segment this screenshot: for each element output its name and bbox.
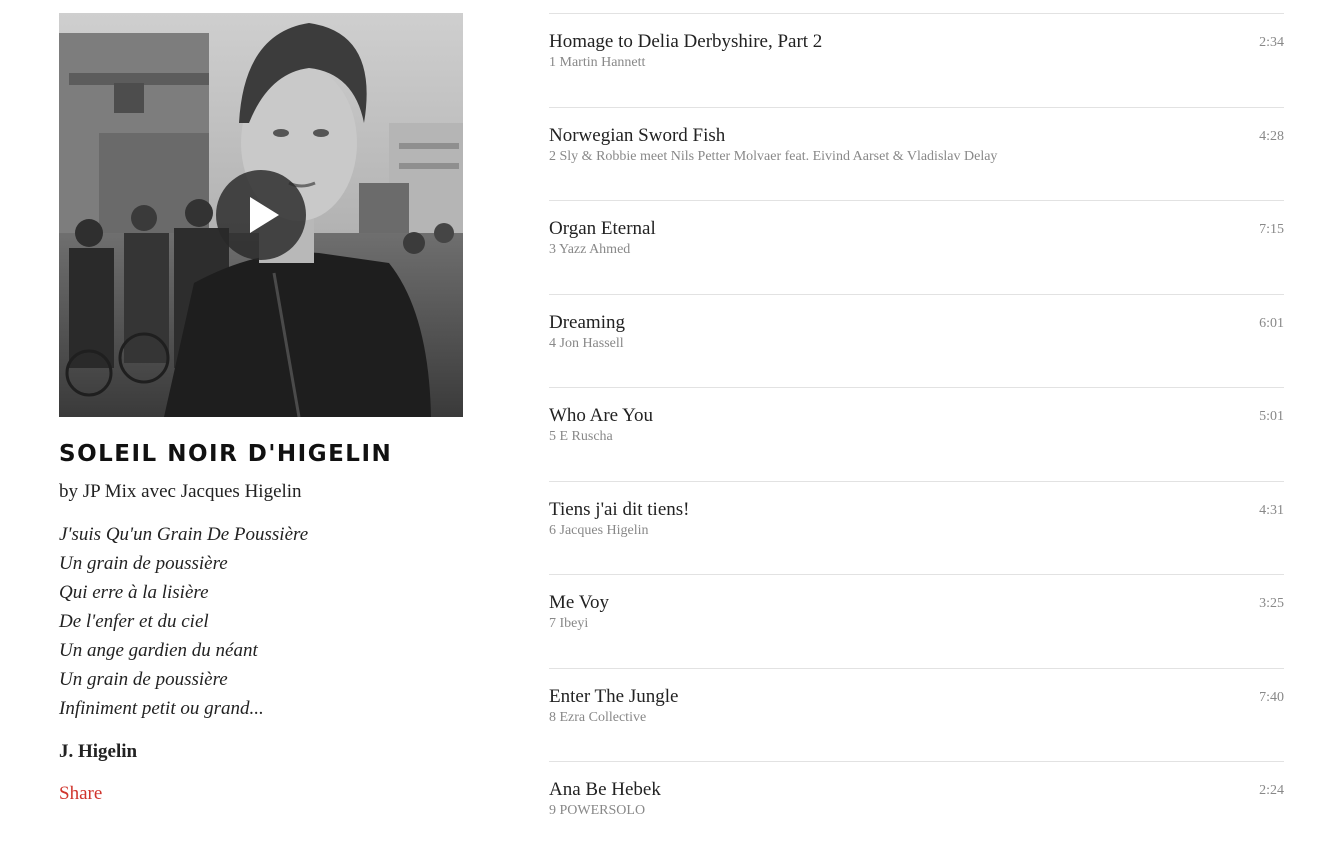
track-duration: 4:31 [1259, 502, 1284, 518]
track-row[interactable]: Ana Be Hebek 9 POWERSOLO 2:24 [549, 761, 1284, 855]
track-meta: 3 Yazz Ahmed [549, 241, 630, 259]
track-number: 4 [549, 335, 556, 351]
track-number: 1 [549, 55, 556, 70]
play-icon [250, 197, 279, 233]
track-number: 9 [549, 803, 556, 818]
track-duration: 2:34 [1259, 35, 1284, 50]
track-meta: 5 E Ruscha [549, 428, 613, 446]
track-duration: 4:28 [1259, 128, 1284, 144]
lyric-line: Un grain de poussière [59, 553, 228, 574]
mix-cover[interactable] [59, 13, 463, 417]
track-number: 5 [549, 429, 556, 444]
track-row[interactable]: Who Are You 5 E Ruscha 5:01 [549, 387, 1284, 481]
track-number: 7 [549, 616, 556, 631]
lyric-line: Un ange gardien du néant [59, 640, 258, 661]
track-row[interactable]: Norwegian Sword Fish 2 Sly & Robbie meet… [549, 106, 1284, 201]
mix-description: J'suis Qu'un Grain De Poussière Un grain… [59, 520, 463, 723]
track-meta: 8 Ezra Collective [549, 709, 646, 727]
track-number: 8 [549, 709, 556, 725]
track-title: Ana Be Hebek [549, 779, 661, 800]
track-artist: Martin Hannett [559, 55, 646, 70]
lyric-line: J'suis Qu'un Grain De Poussière [59, 524, 309, 545]
track-duration: 5:01 [1259, 409, 1284, 424]
track-title: Norwegian Sword Fish [549, 124, 726, 146]
track-title: Who Are You [549, 405, 653, 426]
track-meta: 2 Sly & Robbie meet Nils Petter Molvaer … [549, 148, 997, 166]
track-title: Tiens j'ai dit tiens! [549, 498, 690, 520]
track-artist: POWERSOLO [559, 803, 646, 818]
track-row[interactable]: Dreaming 4 Jon Hassell 6:01 [549, 293, 1284, 388]
lyric-line: De l'enfer et du ciel [59, 611, 209, 632]
track-number: 3 [549, 242, 556, 257]
track-meta: 1 Martin Hannett [549, 54, 645, 72]
track-number: 6 [549, 522, 556, 538]
track-duration: 2:24 [1259, 783, 1284, 798]
lyric-line: Un grain de poussière [59, 669, 228, 690]
play-button[interactable] [216, 170, 306, 260]
share-link[interactable]: Share [59, 782, 102, 806]
track-row[interactable]: Me Voy 7 Ibeyi 3:25 [549, 574, 1284, 668]
track-meta: 9 POWERSOLO [549, 802, 645, 820]
track-title: Enter The Jungle [549, 685, 679, 707]
track-duration: 6:01 [1259, 315, 1284, 331]
track-meta: 6 Jacques Higelin [549, 522, 649, 540]
track-artist: Yazz Ahmed [558, 242, 631, 257]
track-title: Dreaming [549, 311, 625, 333]
track-row[interactable]: Tiens j'ai dit tiens! 6 Jacques Higelin … [549, 480, 1284, 575]
track-title: Me Voy [549, 592, 610, 613]
lyric-line: Qui erre à la lisière [59, 582, 209, 603]
mix-panel: SOLEIL NOIR D'HIGELIN by JP Mix avec Jac… [59, 13, 463, 806]
track-row[interactable]: Organ Eternal 3 Yazz Ahmed 7:15 [549, 200, 1284, 294]
track-duration: 7:15 [1259, 222, 1284, 237]
track-meta: 4 Jon Hassell [549, 335, 624, 353]
track-row[interactable]: Homage to Delia Derbyshire, Part 2 1 Mar… [549, 13, 1284, 107]
track-title: Organ Eternal [549, 218, 656, 239]
mix-byline: by JP Mix avec Jacques Higelin [59, 481, 302, 502]
lyrics-signature: J. Higelin [59, 741, 138, 762]
track-title: Homage to Delia Derbyshire, Part 2 [549, 31, 823, 52]
track-number: 2 [549, 148, 556, 164]
track-artist: E Ruscha [559, 429, 613, 444]
track-row[interactable]: Enter The Jungle 8 Ezra Collective 7:40 [549, 667, 1284, 762]
track-artist: Ibeyi [559, 616, 589, 631]
track-artist: Ezra Collective [559, 709, 647, 725]
track-duration: 7:40 [1259, 689, 1284, 705]
track-artist: Sly & Robbie meet Nils Petter Molvaer fe… [559, 148, 998, 164]
track-meta: 7 Ibeyi [549, 615, 588, 633]
track-duration: 3:25 [1259, 596, 1284, 611]
tracklist: Homage to Delia Derbyshire, Part 2 1 Mar… [549, 13, 1284, 855]
mix-title: SOLEIL NOIR D'HIGELIN [59, 441, 393, 467]
track-artist: Jon Hassell [559, 335, 624, 351]
track-artist: Jacques Higelin [559, 522, 649, 538]
lyric-line: Infiniment petit ou grand... [59, 698, 264, 719]
